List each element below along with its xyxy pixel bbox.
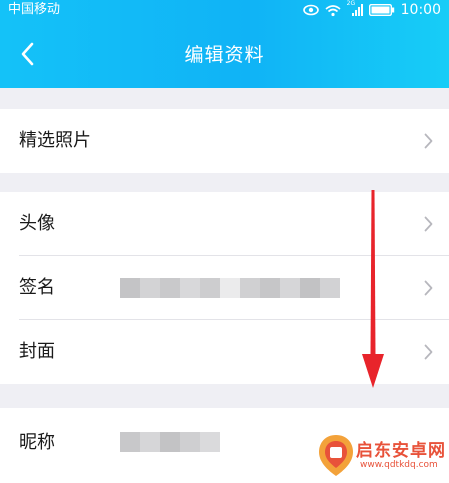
nickname-value-redacted bbox=[120, 432, 220, 452]
battery-icon bbox=[368, 4, 394, 16]
chevron-right-icon bbox=[424, 216, 433, 232]
watermark-logo-icon bbox=[319, 435, 353, 476]
eye-icon bbox=[302, 4, 319, 16]
down-arrow-annotation-icon bbox=[362, 190, 384, 388]
chevron-right-icon bbox=[424, 280, 433, 296]
watermark-text: 启东安卓网 bbox=[356, 441, 446, 461]
signal-icon: 2G bbox=[347, 0, 363, 17]
chevron-right-icon bbox=[424, 133, 433, 149]
status-icons: 2G 10:00 bbox=[302, 0, 441, 19]
signature-value-redacted bbox=[120, 278, 340, 298]
chevron-right-icon bbox=[424, 344, 433, 360]
nickname-label: 昵称 bbox=[19, 432, 55, 453]
app-header: 中国移动 2G 10:00 编辑资料 bbox=[0, 0, 449, 88]
site-watermark: 启东安卓网 www.qdtkdq.com bbox=[316, 430, 446, 480]
watermark-url: www.qdtkdq.com bbox=[360, 460, 438, 470]
cover-label: 封面 bbox=[19, 341, 55, 362]
nav-bar: 编辑资料 bbox=[0, 20, 449, 88]
avatar-label: 头像 bbox=[19, 213, 55, 234]
page-title: 编辑资料 bbox=[184, 44, 265, 66]
wifi-icon bbox=[325, 4, 341, 16]
signature-label: 签名 bbox=[19, 277, 55, 298]
carrier-name: 中国移动 bbox=[8, 2, 61, 17]
featured-photos-row[interactable]: 精选照片 bbox=[0, 109, 449, 173]
featured-photos-label: 精选照片 bbox=[19, 130, 91, 151]
status-bar: 中国移动 2G 10:00 bbox=[0, 0, 449, 20]
status-time: 10:00 bbox=[400, 2, 441, 18]
